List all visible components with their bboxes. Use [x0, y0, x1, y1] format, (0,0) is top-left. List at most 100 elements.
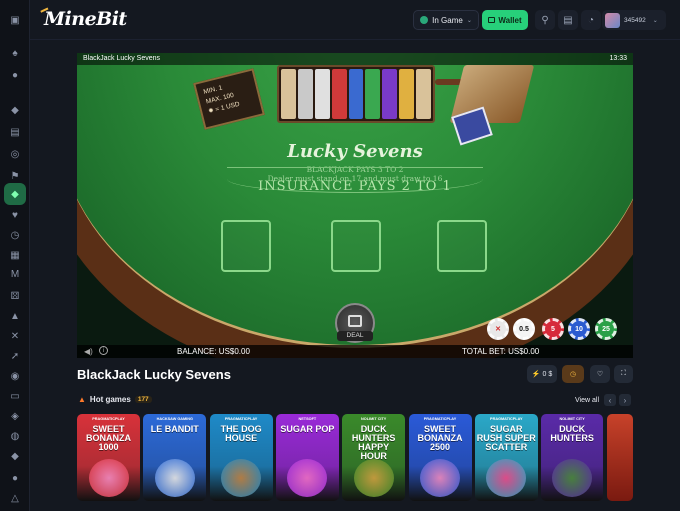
bolt-icon: ⚡ [531, 371, 541, 378]
game-card[interactable]: PRAGMATICPLAY SWEET BONANZA 2500 [408, 414, 472, 501]
bet-chip[interactable]: 5 [542, 318, 564, 340]
favorite-count: 0 $ [542, 370, 553, 378]
chat-icon[interactable]: ◆ [7, 102, 23, 118]
total-bet-readout: TOTAL BET: US$0.00 [462, 347, 540, 356]
game-provider: NOLIMIT CITY [559, 417, 585, 421]
clock-icon: ◷ [569, 371, 577, 378]
game-name: SWEET BONANZA 1000 [86, 424, 131, 452]
game-name: SUGAR POP [280, 424, 335, 434]
users-icon[interactable]: ◉ [7, 368, 23, 384]
thumb-icon[interactable]: ▲ [7, 308, 23, 324]
game-artwork [552, 459, 593, 497]
fullscreen-button[interactable]: ⛶ [614, 365, 633, 383]
collapse-icon[interactable]: ▣ [7, 12, 23, 28]
clear-bets-chip[interactable]: ✕ [487, 318, 509, 340]
scroll-left-button[interactable]: ‹ [604, 394, 616, 406]
tag-icon[interactable]: ◈ [7, 408, 23, 424]
minebit-logo[interactable]: MineBit [40, 7, 127, 30]
insurance-text: INSURANCE PAYS 2 TO 1 [258, 179, 452, 194]
heart-icon[interactable]: ♥ [7, 207, 23, 223]
game-artwork [287, 459, 328, 497]
game-card[interactable]: NOLIMIT CITY DUCK HUNTERS [541, 414, 604, 501]
gift-icon[interactable]: ▤ [7, 124, 23, 140]
swords-icon[interactable]: ✕ [7, 328, 23, 344]
search-icon[interactable]: ⚲ [535, 10, 555, 30]
flame-icon: ▲ [78, 395, 86, 404]
game-provider: PRAGMATICPLAY [92, 417, 125, 421]
user-menu[interactable]: 345492 ⌄ [602, 10, 666, 30]
rack-column [348, 69, 364, 119]
bet-chip[interactable]: 25 [595, 318, 617, 340]
game-name: DUCK HUNTERS [550, 424, 594, 443]
clock-icon[interactable]: ◷ [7, 227, 23, 243]
bell-icon[interactable]: ◔ [581, 10, 601, 30]
history-button[interactable]: ◷ [562, 365, 584, 383]
bet-chip[interactable]: 10 [568, 318, 590, 340]
basketball-icon[interactable]: ● [7, 67, 23, 83]
settings-icon[interactable]: △ [7, 490, 23, 506]
rack-column [399, 69, 415, 119]
favorite-button[interactable]: ♡ [590, 365, 610, 383]
sound-icon[interactable]: ◀) [84, 347, 93, 356]
game-name: DUCK HUNTERS HAPPY HOUR [351, 424, 396, 461]
flag-icon[interactable]: ⚑ [7, 168, 23, 184]
scroll-right-button[interactable]: › [619, 394, 631, 406]
wallet-icon [488, 17, 496, 23]
game-name: THE DOG HOUSE [220, 424, 262, 443]
bet-chip[interactable]: 0.5 [513, 318, 535, 340]
bet-spot-right[interactable] [437, 220, 487, 272]
view-all-link[interactable]: View all [575, 397, 599, 404]
target-icon[interactable]: ◎ [7, 146, 23, 162]
felt-title: Lucky Sevens [287, 141, 423, 162]
game-card[interactable]: NOLIMIT CITY DUCK HUNTERS HAPPY HOUR [342, 414, 406, 501]
gift-icon[interactable]: ▤ [558, 10, 578, 30]
spade-icon[interactable]: ♠ [7, 45, 23, 61]
ticket-icon[interactable]: ◆ [7, 448, 23, 464]
app-root: ▣ ♠ ● ◆ ▤ ◎ ⚑ ◆ ♥ ◷ ▦ M ⚄ ▲ ✕ ➚ ◉ ▭ ◈ ◍ ◆ ● △ MineBit In Game … [0, 0, 680, 511]
game-frame[interactable]: BlackJack Lucky Sevens 13:33 MIN. 1 MAX.… [77, 53, 633, 358]
chevron-down-icon: ⌄ [652, 17, 658, 24]
page-title: BlackJack Lucky Sevens [77, 367, 231, 382]
game-artwork [221, 459, 262, 497]
balance-readout: BALANCE: US$0.00 [177, 347, 250, 356]
left-sidebar: ▣ ♠ ● ◆ ▤ ◎ ⚑ ◆ ♥ ◷ ▦ M ⚄ ▲ ✕ ➚ ◉ ▭ ◈ ◍ ◆ ● △ [0, 0, 30, 511]
game-name: SUGAR RUSH SUPER SCATTER [476, 424, 536, 452]
game-card[interactable]: NETSOFT SUGAR POP [275, 414, 339, 501]
bet-spot-center[interactable] [331, 220, 381, 272]
wallet-button[interactable]: Wallet [482, 10, 528, 30]
game-provider: PRAGMATICPLAY [423, 417, 457, 421]
calendar-icon[interactable]: ▦ [7, 247, 23, 263]
chip-rack [277, 65, 435, 123]
hot-games-header: ▲ Hot games 177 [78, 395, 152, 404]
live-icon[interactable]: ● [7, 470, 23, 486]
game-artwork [420, 459, 460, 497]
rack-column [331, 69, 347, 119]
game-provider: NOLIMIT CITY [361, 417, 387, 421]
game-card[interactable]: PRAGMATICPLAY THE DOG HOUSE [209, 414, 273, 501]
expand-icon: ⛶ [621, 370, 626, 377]
chevron-left-icon: ‹ [608, 395, 612, 405]
layers-icon[interactable]: ▭ [7, 388, 23, 404]
wallet-label: Wallet [498, 15, 522, 25]
game-card[interactable]: PRAGMATICPLAY SUGAR RUSH SUPER SCATTER [474, 414, 538, 501]
rack-column [416, 69, 432, 119]
diamond-icon[interactable]: ◆ [4, 183, 26, 205]
bulb-icon[interactable]: ◍ [7, 428, 23, 444]
hot-games-count: 177 [134, 396, 152, 403]
chevron-right-icon: › [623, 395, 627, 405]
rocket-icon[interactable]: ➚ [7, 348, 23, 364]
dice-icon[interactable]: ⚄ [7, 288, 23, 304]
m-icon[interactable]: M [7, 266, 23, 282]
logo-text: MineBit [44, 8, 127, 30]
info-icon[interactable]: i [99, 346, 108, 355]
cards-icon [348, 315, 362, 327]
favorite-count-badge[interactable]: ⚡ 0 $ [527, 365, 557, 383]
game-card[interactable]: PRAGMATICPLAY SWEET BONANZA 1000 [77, 414, 140, 501]
in-game-button[interactable]: In Game ⌄ [413, 10, 479, 30]
bet-spot-left[interactable] [221, 220, 271, 272]
game-artwork [486, 459, 527, 497]
game-card[interactable]: HACKSAW GAMING LE BANDIT [143, 414, 207, 501]
top-bar: MineBit In Game ⌄ Wallet ⚲ ▤ ◔ 345492 ⌄ [30, 0, 680, 40]
game-card-partial[interactable] [607, 414, 633, 501]
avatar [605, 12, 620, 28]
